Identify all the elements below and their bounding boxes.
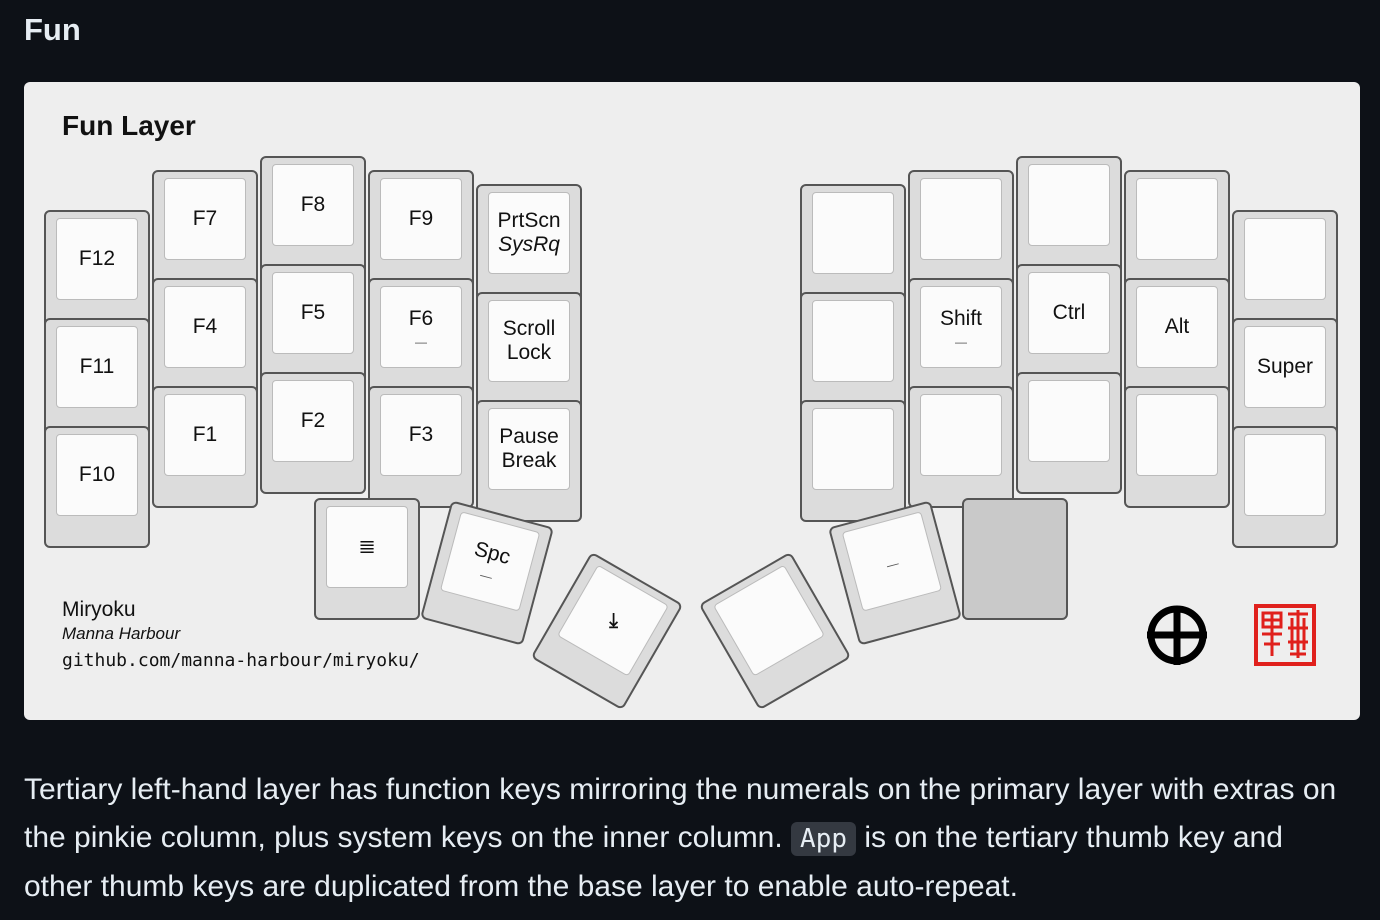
- key-f5: F5: [260, 264, 366, 386]
- key-f8: F8: [260, 156, 366, 278]
- key-scroll-lock: Scroll Lock: [476, 292, 582, 414]
- circle-cross-logo-icon: [1147, 605, 1207, 665]
- key-right-blank: [1016, 156, 1122, 278]
- hold-mark: —: [885, 555, 901, 573]
- key-prtscn-sysrq: PrtScn SysRq: [476, 184, 582, 306]
- key-right-blank: [1232, 210, 1338, 332]
- key-thumb-right-outer: [698, 551, 852, 711]
- key-alt: Alt: [1124, 278, 1230, 400]
- key-right-blank: [800, 400, 906, 522]
- key-right-blank: [800, 184, 906, 306]
- key-super: Super: [1232, 318, 1338, 440]
- seal-stamp-icon: [1254, 604, 1316, 666]
- tab-icon: ⇥: [601, 611, 625, 630]
- key-f9: F9: [368, 170, 474, 292]
- hold-mark: —: [955, 335, 967, 349]
- key-right-blank: [908, 170, 1014, 292]
- credit-block: Miryoku Manna Harbour github.com/manna-h…: [62, 598, 420, 671]
- key-f11: F11: [44, 318, 150, 440]
- key-f12: F12: [44, 210, 150, 332]
- key-right-blank: [1124, 170, 1230, 292]
- layer-title: Fun Layer: [62, 110, 196, 141]
- key-thumb-spc: Spc —: [420, 500, 554, 646]
- key-shift: Shift —: [908, 278, 1014, 400]
- key-f2: F2: [260, 372, 366, 494]
- key-right-blank: [800, 292, 906, 414]
- key-thumb-tab: ⇥: [530, 551, 684, 711]
- layer-description: Tertiary left-hand layer has function ke…: [24, 773, 1337, 903]
- hold-mark: —: [478, 567, 494, 585]
- layer-diagram: Fun Layer F12 F11 F10 F7 F4 F1 F8 F5 F2 …: [24, 82, 1360, 720]
- key-right-blank: [1124, 386, 1230, 508]
- key-f7: F7: [152, 170, 258, 292]
- credit-url: github.com/manna-harbour/miryoku/: [62, 650, 420, 671]
- key-right-blank: [908, 386, 1014, 508]
- credit-author: Manna Harbour: [62, 624, 181, 643]
- key-f10: F10: [44, 426, 150, 548]
- key-f3: F3: [368, 386, 474, 508]
- key-right-blank: [1016, 372, 1122, 494]
- inline-code-app: App: [791, 822, 857, 856]
- key-pause-break: Pause Break: [476, 400, 582, 522]
- key-thumb-held: [962, 498, 1068, 620]
- key-ctrl: Ctrl: [1016, 264, 1122, 386]
- key-right-blank: [1232, 426, 1338, 548]
- key-f1: F1: [152, 386, 258, 508]
- key-f4: F4: [152, 278, 258, 400]
- hold-mark: —: [415, 335, 427, 349]
- key-thumb-right: —: [828, 500, 962, 646]
- section-heading: Fun: [24, 12, 81, 47]
- menu-icon: ≣: [358, 535, 376, 558]
- key-f6: F6—: [368, 278, 474, 400]
- credit-name: Miryoku: [62, 598, 136, 621]
